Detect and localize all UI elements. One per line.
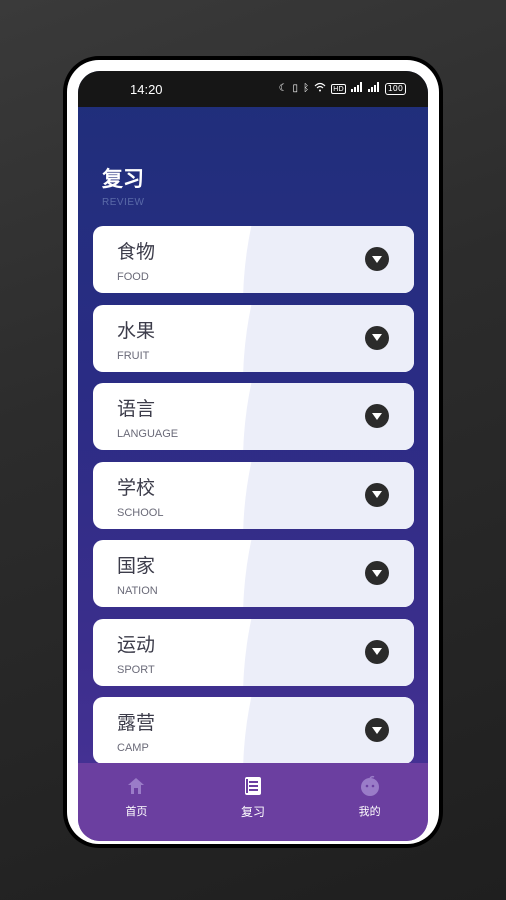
category-title: 露营 xyxy=(117,712,156,734)
chevron-down-icon[interactable] xyxy=(365,639,389,664)
chevron-down-icon[interactable] xyxy=(365,325,389,350)
vibrate-icon: ▯ xyxy=(292,83,299,94)
category-title: 学校 xyxy=(117,476,156,499)
page-header: 复习 REVIEW xyxy=(102,163,144,208)
hd-icon: HD xyxy=(331,83,346,94)
category-card-language[interactable]: 语言 LANGUAGE xyxy=(93,383,414,450)
category-title: 水果 xyxy=(117,319,156,342)
category-title: 运动 xyxy=(117,633,156,656)
tab-home[interactable]: 首页 xyxy=(78,763,195,841)
battery-icon: 100 xyxy=(384,82,406,95)
moon-icon: ☾ xyxy=(278,83,288,94)
category-subtitle: FOOD xyxy=(117,271,149,283)
page-title: 复习 xyxy=(102,167,144,191)
signal-icon xyxy=(350,82,363,95)
category-card-fruit[interactable]: 水果 FRUIT xyxy=(93,304,414,372)
category-title: 国家 xyxy=(117,555,156,577)
chevron-down-icon[interactable] xyxy=(365,482,389,507)
wifi-icon xyxy=(314,82,326,95)
status-bar: 14:20 ☾ ▯ ᛒ HD 100 xyxy=(78,71,428,107)
category-subtitle: NATION xyxy=(117,585,158,597)
chevron-down-icon[interactable] xyxy=(365,247,389,271)
category-list: 食物 FOOD 水果 FRUIT 语言 LANGUAGE 学校 SCHOOL 国… xyxy=(93,226,414,776)
category-subtitle: CAMP xyxy=(117,742,149,754)
chevron-down-icon[interactable] xyxy=(365,561,389,585)
category-card-food[interactable]: 食物 FOOD xyxy=(93,226,414,293)
category-card-sport[interactable]: 运动 SPORT xyxy=(93,618,414,686)
bottom-tab-bar: 首页 复习 我的 xyxy=(78,763,428,841)
profile-icon xyxy=(360,775,379,796)
category-card-nation[interactable]: 国家 NATION xyxy=(93,540,414,607)
category-card-school[interactable]: 学校 SCHOOL xyxy=(93,461,414,529)
status-icons: ☾ ▯ ᛒ HD 100 xyxy=(279,82,406,95)
tab-review-label: 复习 xyxy=(241,805,266,819)
chevron-down-icon[interactable] xyxy=(365,718,389,742)
phone-bezel: 14:20 ☾ ▯ ᛒ HD 100 复习 REVIEW 食物 FOOD 水果 … xyxy=(67,60,439,844)
signal-icon-2 xyxy=(367,82,380,95)
home-icon xyxy=(128,778,145,794)
tab-home-label: 首页 xyxy=(125,805,148,818)
tab-profile-label: 我的 xyxy=(358,805,381,818)
tab-profile[interactable]: 我的 xyxy=(311,763,428,841)
category-subtitle: SPORT xyxy=(117,663,155,676)
category-title: 语言 xyxy=(117,398,156,420)
tab-review[interactable]: 复习 xyxy=(195,763,312,841)
bluetooth-icon: ᛒ xyxy=(303,83,310,94)
category-card-camp[interactable]: 露营 CAMP xyxy=(93,697,414,764)
page-subtitle: REVIEW xyxy=(102,197,145,208)
chevron-down-icon[interactable] xyxy=(365,404,389,428)
category-subtitle: LANGUAGE xyxy=(117,428,179,440)
category-subtitle: FRUIT xyxy=(117,349,150,362)
category-subtitle: SCHOOL xyxy=(117,506,164,519)
status-time: 14:20 xyxy=(130,82,163,97)
phone-frame: 14:20 ☾ ▯ ᛒ HD 100 复习 REVIEW 食物 FOOD 水果 … xyxy=(63,56,443,848)
book-icon xyxy=(245,777,261,795)
app-screen: 14:20 ☾ ▯ ᛒ HD 100 复习 REVIEW 食物 FOOD 水果 … xyxy=(78,71,428,841)
category-title: 食物 xyxy=(117,241,156,263)
